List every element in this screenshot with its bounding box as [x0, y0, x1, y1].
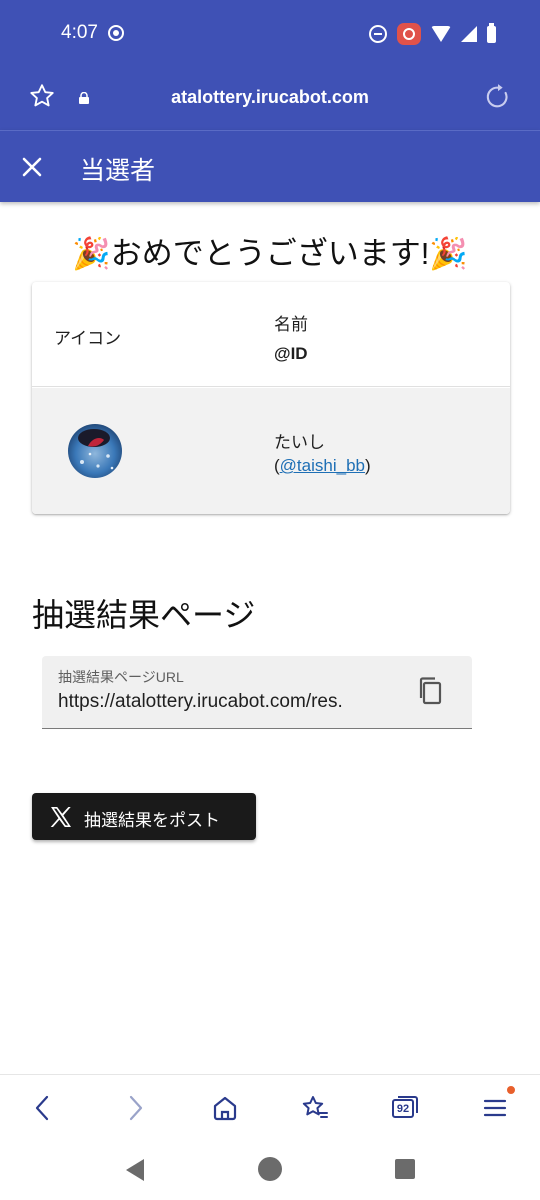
sync-icon	[108, 25, 124, 41]
back-icon[interactable]	[28, 1093, 58, 1123]
close-icon[interactable]	[20, 155, 44, 179]
result-url-field[interactable]: 抽選結果ページURL https://atalottery.irucabot.c…	[42, 656, 472, 729]
app-bar: 当選者	[0, 130, 540, 202]
menu-icon[interactable]	[480, 1093, 510, 1123]
status-bar: 4:07	[0, 0, 540, 68]
home-icon[interactable]	[210, 1093, 240, 1123]
browser-toolbar: 92	[0, 1074, 540, 1140]
result-url-label: 抽選結果ページURL	[58, 669, 184, 685]
x-logo-icon	[50, 807, 71, 827]
tab-count-label: 92	[396, 1103, 410, 1115]
table-header: アイコン 名前 @ID	[32, 282, 510, 387]
nav-home-icon[interactable]	[257, 1156, 283, 1182]
avatar	[68, 424, 122, 478]
post-result-button[interactable]: 抽選結果をポスト	[32, 793, 256, 840]
tabs-icon[interactable]: 92	[391, 1094, 419, 1120]
status-time: 4:07	[61, 22, 98, 43]
column-header-id: @ID	[274, 344, 308, 363]
copy-icon[interactable]	[416, 676, 444, 706]
forward-icon[interactable]	[120, 1093, 150, 1123]
battery-icon	[487, 22, 496, 43]
android-nav-bar	[0, 1140, 540, 1200]
column-header-icon: アイコン	[54, 329, 122, 348]
screen-record-icon	[397, 23, 421, 45]
wifi-icon	[431, 26, 451, 42]
nav-back-icon[interactable]	[124, 1158, 146, 1182]
bookmarks-icon[interactable]	[300, 1093, 330, 1123]
result-url-input[interactable]: https://atalottery.irucabot.com/res.	[58, 691, 384, 713]
nav-recents-icon[interactable]	[395, 1159, 415, 1179]
url-text[interactable]: atalottery.irucabot.com	[0, 87, 540, 108]
post-button-label: 抽選結果をポスト	[84, 811, 220, 830]
table-row: たいし (@taishi_bb)	[32, 388, 510, 514]
winner-name: たいし	[274, 433, 325, 452]
dnd-icon	[369, 25, 387, 43]
congrats-heading: 🎉おめでとうございます!🎉	[72, 236, 468, 271]
browser-url-bar: atalottery.irucabot.com	[0, 68, 540, 130]
notification-dot	[507, 1086, 515, 1094]
status-icons	[369, 22, 496, 45]
signal-icon	[461, 26, 477, 42]
reload-icon[interactable]	[484, 83, 512, 111]
page-title: 当選者	[80, 157, 156, 185]
winner-id: (@taishi_bb)	[274, 456, 371, 475]
result-page-heading: 抽選結果ページ	[32, 597, 256, 633]
column-header-name: 名前	[274, 315, 308, 334]
winner-id-link[interactable]: @taishi_bb	[280, 456, 365, 475]
winner-table: アイコン 名前 @ID たいし (@taishi_bb)	[32, 282, 510, 514]
